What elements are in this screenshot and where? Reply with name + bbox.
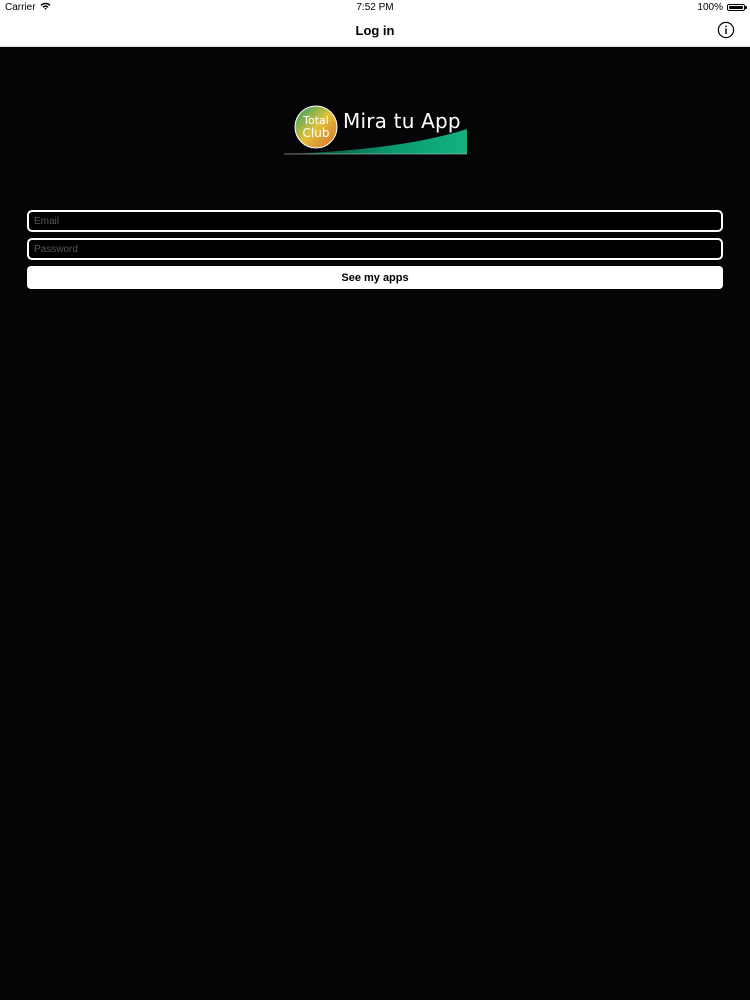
app-logo: Total Club Mira tu App <box>282 103 472 155</box>
battery-percent: 100% <box>697 2 723 13</box>
logo-text: Mira tu App <box>343 109 461 133</box>
status-time: 7:52 PM <box>356 2 394 13</box>
password-field[interactable] <box>27 238 723 260</box>
see-my-apps-button[interactable]: See my apps <box>27 266 723 289</box>
battery-fill <box>729 6 743 9</box>
email-field[interactable] <box>27 210 723 232</box>
status-bar: Carrier 7:52 PM 100% <box>0 0 750 16</box>
navigation-bar: Log in <box>0 16 750 47</box>
login-content: Total Club Mira tu App See my apps <box>0 47 750 1000</box>
page-title: Log in <box>355 23 395 38</box>
logo-badge-line2: Club <box>303 126 330 140</box>
battery-icon <box>727 4 747 11</box>
info-icon <box>717 21 735 39</box>
info-button[interactable] <box>717 21 735 39</box>
status-right: 100% <box>697 2 747 13</box>
